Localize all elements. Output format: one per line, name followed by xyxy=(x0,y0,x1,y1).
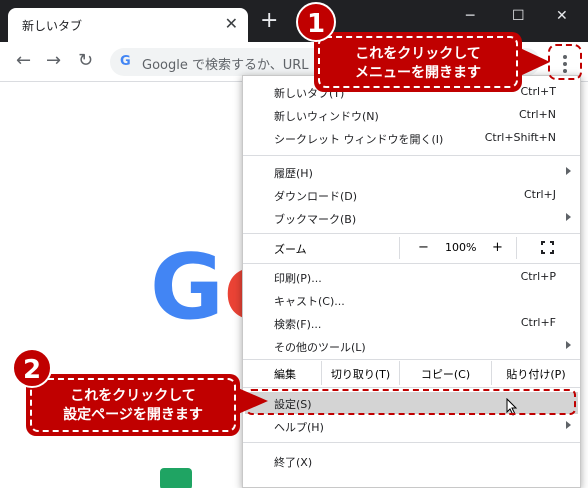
zoom-label: ズーム xyxy=(274,243,307,256)
callout-2-line1: これをクリックして xyxy=(70,388,196,404)
address-placeholder: Google で検索するか、URL を xyxy=(142,58,326,73)
zoom-row: ズーム − 100% + xyxy=(243,237,580,259)
chrome-menu: 新しいタブ(T) Ctrl+T 新しいウィンドウ(N) Ctrl+N シークレット … xyxy=(242,75,581,488)
menu-divider xyxy=(243,155,580,156)
step-1-badge: 1 xyxy=(296,2,336,42)
callout-1-line1: これをクリックして xyxy=(355,46,481,62)
callout-1: これをクリックして メニューを開きます xyxy=(318,36,518,88)
maximize-icon[interactable]: ☐ xyxy=(512,8,525,24)
zoom-value: 100% xyxy=(445,241,477,254)
callout-2-arrow xyxy=(238,388,268,414)
close-window-icon[interactable]: ✕ xyxy=(556,8,568,24)
back-icon[interactable]: ← xyxy=(16,50,31,71)
step-2-badge: 2 xyxy=(12,348,52,388)
menu-dashed-outline xyxy=(548,44,582,80)
submenu-arrow-icon xyxy=(566,421,571,429)
reload-icon[interactable]: ↻ xyxy=(78,50,93,71)
callout-2-line2: 設定ページを開きます xyxy=(63,407,203,423)
minimize-icon[interactable]: ─ xyxy=(466,8,474,24)
cut-button[interactable]: 切り取り(T) xyxy=(321,361,399,385)
paste-button[interactable]: 貼り付け(P) xyxy=(491,361,580,385)
submenu-arrow-icon xyxy=(566,167,571,175)
callout-1-arrow xyxy=(520,48,550,76)
menu-item-downloads[interactable]: ダウンロード(D) Ctrl+J xyxy=(243,184,580,206)
settings-dashed-outline xyxy=(246,389,576,415)
menu-divider xyxy=(243,442,580,443)
menu-item-exit[interactable]: 終了(X) xyxy=(243,450,580,472)
menu-item-history[interactable]: 履歴(H) xyxy=(243,161,580,183)
copy-button[interactable]: コピー(C) xyxy=(399,361,491,385)
menu-item-find[interactable]: 検索(F)... Ctrl+F xyxy=(243,312,580,334)
shortcut-tile[interactable] xyxy=(160,468,192,488)
edit-row: 編集 切り取り(T) コピー(C) 貼り付け(P) xyxy=(243,361,580,385)
zoom-in-button[interactable]: + xyxy=(492,240,503,255)
close-tab-icon[interactable]: ✕ xyxy=(225,14,238,33)
tab-title: 新しいタブ xyxy=(22,19,83,33)
menu-divider xyxy=(243,387,580,388)
menu-item-print[interactable]: 印刷(P)... Ctrl+P xyxy=(243,266,580,288)
callout-2: これをクリックして 設定ページを開きます xyxy=(30,378,236,432)
new-tab-button[interactable]: + xyxy=(260,10,278,32)
callout-1-line2: メニューを開きます xyxy=(355,65,481,81)
menu-divider xyxy=(243,233,580,234)
menu-item-more-tools[interactable]: その他のツール(L) xyxy=(243,335,580,357)
tab-new-tab[interactable]: 新しいタブ ✕ xyxy=(8,8,248,42)
edit-label: 編集 xyxy=(274,368,296,381)
fullscreen-icon[interactable] xyxy=(541,241,554,254)
zoom-out-button[interactable]: − xyxy=(418,240,429,255)
menu-item-bookmarks[interactable]: ブックマーク(B) xyxy=(243,207,580,229)
submenu-arrow-icon xyxy=(566,213,571,221)
menu-item-help[interactable]: ヘルプ(H) xyxy=(243,415,580,437)
menu-divider xyxy=(243,263,580,264)
submenu-arrow-icon xyxy=(566,341,571,349)
forward-icon[interactable]: → xyxy=(46,50,61,71)
menu-item-cast[interactable]: キャスト(C)... xyxy=(243,289,580,311)
menu-item-incognito[interactable]: シークレット ウィンドウを開く(I) Ctrl+Shift+N xyxy=(243,127,580,149)
google-icon: G xyxy=(120,54,131,69)
menu-item-new-window[interactable]: 新しいウィンドウ(N) Ctrl+N xyxy=(243,104,580,126)
zoom-controls: − 100% + xyxy=(399,237,517,259)
menu-divider xyxy=(243,359,580,360)
